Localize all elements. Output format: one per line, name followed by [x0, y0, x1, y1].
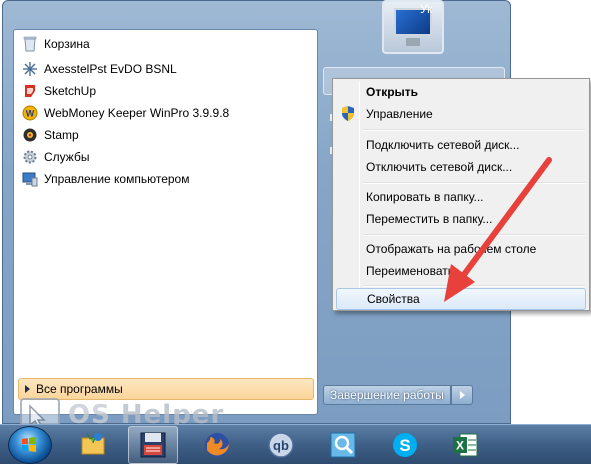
program-item-services[interactable]: Службы: [18, 146, 313, 168]
svg-text:W: W: [26, 109, 35, 119]
all-programs-label: Все программы: [36, 382, 123, 396]
taskbar-skype[interactable]: S: [380, 426, 430, 464]
taskbar-firefox[interactable]: [192, 426, 242, 464]
start-button[interactable]: [8, 426, 52, 464]
program-label: Службы: [44, 150, 90, 164]
program-label: WebMoney Keeper WinPro 3.9.9.8: [44, 106, 230, 120]
program-label: Управление компьютером: [44, 172, 190, 186]
monitor-stand: [406, 38, 420, 46]
taskbar-excel[interactable]: X: [440, 426, 490, 464]
menu-separator: [363, 182, 585, 184]
menu-separator: [363, 234, 585, 236]
menu-item-label: Переместить в папку...: [366, 212, 493, 226]
program-item-sketchup[interactable]: SketchUp: [18, 80, 313, 102]
menu-separator: [363, 285, 585, 287]
menu-item-label: Переименовать: [366, 264, 454, 278]
menu-item-open[interactable]: Открыть: [336, 81, 586, 103]
menu-item-map-network-drive[interactable]: Подключить сетевой диск...: [336, 134, 586, 156]
excel-icon: X: [453, 433, 478, 457]
skype-icon: S: [393, 433, 417, 457]
menu-item-show-on-desktop[interactable]: Отображать на рабочем столе: [336, 238, 586, 260]
program-item-stamp[interactable]: Stamp: [18, 124, 313, 146]
program-label: SketchUp: [44, 84, 97, 98]
magnifier-icon: [330, 432, 356, 458]
shutdown-options-button[interactable]: [451, 385, 473, 405]
svg-text:S: S: [399, 436, 410, 455]
user-picture[interactable]: [382, 0, 444, 54]
svg-text:X: X: [456, 439, 464, 453]
webmoney-icon: W: [22, 105, 38, 121]
taskbar-search-tool[interactable]: [318, 426, 368, 464]
menu-separator: [363, 129, 585, 131]
triangle-right-icon: [459, 391, 465, 399]
program-item-recycle-bin[interactable]: Корзина: [18, 33, 313, 55]
firefox-icon: [205, 433, 229, 457]
programs-pane: Корзина AxesstelPst EvDO BSNL SketchUp W…: [13, 29, 318, 415]
all-programs-button[interactable]: Все программы: [18, 378, 314, 400]
qbittorrent-icon: qb: [268, 432, 294, 458]
program-label: AxesstelPst EvDO BSNL: [44, 62, 177, 76]
context-menu: Открыть Управление Подключить сетевой ди…: [332, 78, 590, 311]
taskbar-save-app[interactable]: [128, 426, 178, 464]
svg-text:qb: qb: [273, 438, 289, 453]
recycle-bin-icon: [22, 36, 38, 52]
menu-item-label: Копировать в папку...: [366, 190, 484, 204]
network-icon: [22, 61, 38, 77]
services-gear-icon: [22, 149, 38, 165]
menu-item-label: Свойства: [367, 292, 420, 306]
floppy-disk-icon: [140, 432, 166, 458]
triangle-right-icon: [25, 385, 30, 393]
menu-item-copy-to-folder[interactable]: Копировать в папку...: [336, 186, 586, 208]
shutdown-label: Завершение работы: [330, 388, 444, 402]
menu-item-disconnect-network-drive[interactable]: Отключить сетевой диск...: [336, 156, 586, 178]
menu-item-label: Отключить сетевой диск...: [366, 160, 513, 174]
menu-item-rename[interactable]: Переименовать: [336, 260, 586, 282]
menu-item-properties[interactable]: Свойства: [336, 288, 586, 310]
program-label: Корзина: [44, 37, 90, 51]
uac-shield-icon: [341, 106, 355, 121]
taskbar-windows-explorer[interactable]: [68, 426, 118, 464]
menu-item-manage[interactable]: Управление: [336, 103, 586, 125]
menu-item-label: Открыть: [366, 85, 419, 99]
program-item-webmoney[interactable]: W WebMoney Keeper WinPro 3.9.9.8: [18, 102, 313, 124]
menu-item-label: Управление: [366, 107, 433, 121]
user-name: Ук: [420, 2, 433, 16]
program-item-axesstel[interactable]: AxesstelPst EvDO BSNL: [18, 58, 313, 80]
stamp-icon: [22, 127, 38, 143]
menu-item-label: Отображать на рабочем столе: [366, 242, 537, 256]
menu-item-move-to-folder[interactable]: Переместить в папку...: [336, 208, 586, 230]
sketchup-icon: [22, 83, 38, 99]
windows-logo-icon: [22, 437, 36, 452]
program-label: Stamp: [44, 128, 79, 142]
computer-management-icon: [22, 171, 38, 187]
program-item-computer-management[interactable]: Управление компьютером: [18, 168, 313, 190]
explorer-icon: [81, 432, 105, 455]
taskbar-qbittorrent[interactable]: qb: [256, 426, 306, 464]
shutdown-button[interactable]: Завершение работы: [323, 385, 451, 405]
menu-item-label: Подключить сетевой диск...: [366, 138, 520, 152]
